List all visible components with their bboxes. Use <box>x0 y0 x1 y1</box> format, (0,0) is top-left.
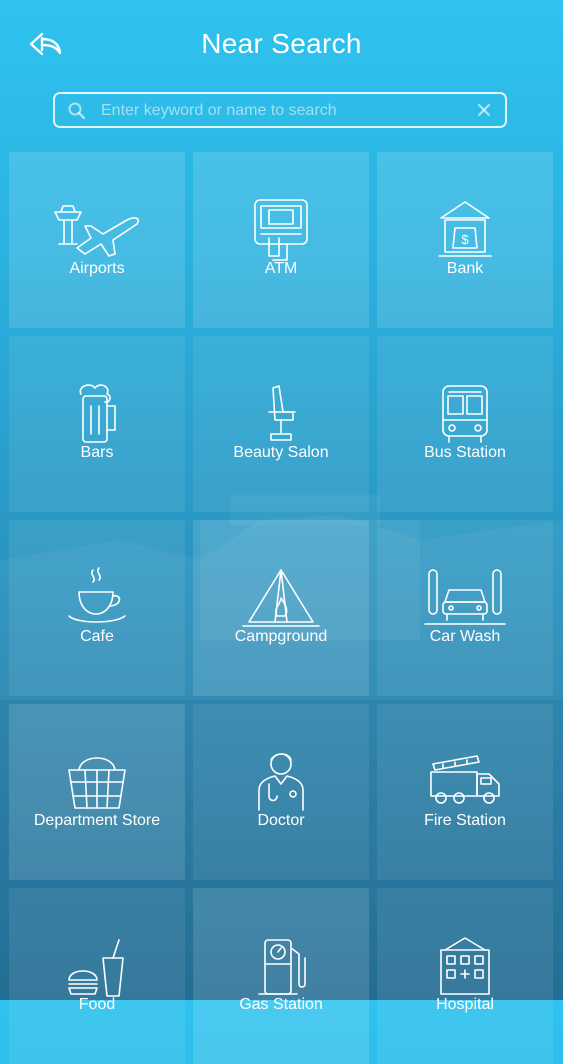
tent-icon <box>242 569 320 627</box>
category-label: Cafe <box>80 628 114 645</box>
doctor-icon <box>258 753 304 811</box>
category-grid: Airports ATM $ Bank Bars Beauty Salon Bu… <box>9 152 555 1064</box>
category-tile-department-store[interactable]: Department Store <box>9 704 185 880</box>
atm-icon <box>254 199 308 261</box>
bus-icon <box>442 385 488 443</box>
category-label: Doctor <box>257 812 305 829</box>
category-label: Food <box>78 996 116 1013</box>
category-tile-airports[interactable]: Airports <box>9 152 185 328</box>
hospital-icon <box>440 937 490 995</box>
category-tile-cafe[interactable]: Cafe <box>9 520 185 696</box>
category-label: Airports <box>69 260 125 277</box>
shopping-basket-icon <box>68 757 126 809</box>
car-wash-icon <box>424 569 506 625</box>
coffee-cup-icon <box>68 567 126 623</box>
category-label: ATM <box>264 260 298 277</box>
search-bar[interactable] <box>53 92 507 128</box>
category-tile-gas-station[interactable]: Gas Station <box>193 888 369 1064</box>
category-tile-atm[interactable]: ATM <box>193 152 369 328</box>
page-title: Near Search <box>201 28 362 59</box>
fast-food-icon <box>68 939 124 997</box>
beer-mug-icon <box>79 384 116 443</box>
category-tile-fire-station[interactable]: Fire Station <box>377 704 553 880</box>
category-tile-campground[interactable]: Campground <box>193 520 369 696</box>
category-label: Bars <box>80 444 114 461</box>
gas-pump-icon <box>258 939 306 995</box>
category-label: Beauty Salon <box>233 444 329 461</box>
salon-chair-icon <box>268 385 296 441</box>
category-tile-hospital[interactable]: Hospital <box>377 888 553 1064</box>
airport-icon <box>54 205 140 257</box>
category-label: Hospital <box>436 996 494 1013</box>
category-label: Fire Station <box>424 812 506 829</box>
search-input[interactable] <box>99 94 463 128</box>
category-tile-doctor[interactable]: Doctor <box>193 704 369 880</box>
category-label: Gas Station <box>239 996 323 1013</box>
svg-text:$: $ <box>461 232 469 247</box>
category-tile-bank[interactable]: $ Bank <box>377 152 553 328</box>
category-tile-food[interactable]: Food <box>9 888 185 1064</box>
header: Near Search <box>0 0 563 88</box>
category-tile-bars[interactable]: Bars <box>9 336 185 512</box>
category-tile-bus-station[interactable]: Bus Station <box>377 336 553 512</box>
category-label: Campground <box>234 628 328 645</box>
category-label: Department Store <box>33 812 161 829</box>
bank-icon: $ <box>438 201 492 257</box>
fire-truck-icon <box>430 755 500 804</box>
clear-icon[interactable] <box>477 103 491 117</box>
category-tile-beauty-salon[interactable]: Beauty Salon <box>193 336 369 512</box>
category-label: Car Wash <box>429 628 501 645</box>
search-icon <box>68 102 86 120</box>
category-tile-car-wash[interactable]: Car Wash <box>377 520 553 696</box>
category-label: Bus Station <box>424 444 506 461</box>
category-label: Bank <box>446 260 484 277</box>
